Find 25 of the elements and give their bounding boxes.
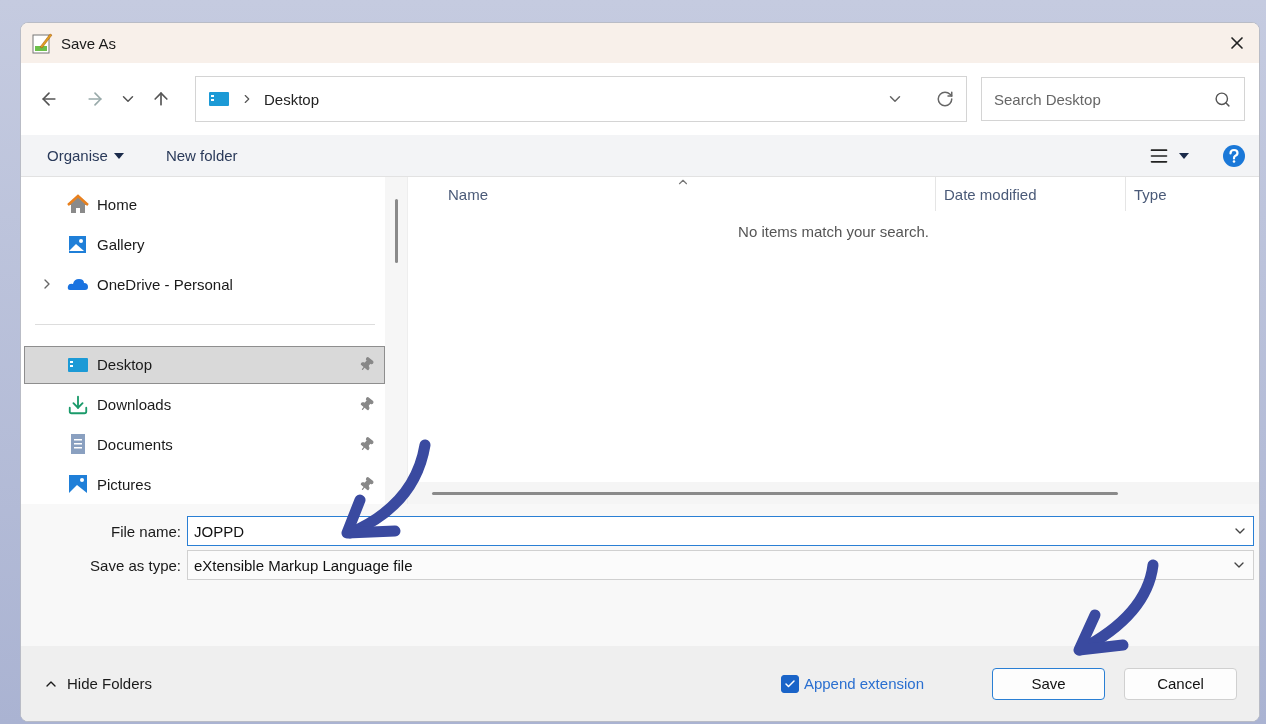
column-header[interactable]: Date modified — [936, 177, 1126, 211]
field-label: Save as type: — [89, 556, 181, 574]
organise-menu-button[interactable]: Organise — [45, 145, 126, 166]
save-button[interactable]: Save — [992, 667, 1105, 700]
hide-folders-button[interactable]: Hide Folders — [37, 674, 159, 693]
sidebar-item[interactable]: Home — [24, 186, 385, 224]
cancel-button[interactable]: Cancel — [1124, 667, 1237, 700]
address-bar[interactable]: Desktop — [195, 76, 967, 122]
empty-message: No items match your search. — [737, 223, 930, 242]
sidebar-item[interactable]: OneDrive - Personal — [24, 265, 385, 304]
file-type-dropdown[interactable]: eXtensible Markup Language file — [187, 550, 1254, 580]
file-name-field[interactable]: JOPPD — [187, 516, 1254, 546]
column-header[interactable]: Name — [408, 177, 936, 211]
sidebar-item[interactable]: Documents — [24, 425, 385, 464]
sidebar-item[interactable]: Downloads — [24, 385, 385, 424]
path-text: Desktop — [264, 90, 321, 108]
checkbox-label: Append extension — [803, 675, 924, 692]
sidebar-item[interactable]: Pictures — [24, 465, 385, 503]
window-title: Save As — [61, 34, 118, 52]
sidebar-item[interactable]: Desktop — [24, 346, 385, 384]
search-field[interactable]: Search Desktop — [981, 77, 1245, 121]
sidebar-item[interactable]: Gallery — [24, 225, 385, 264]
new-folder-button[interactable]: New folder — [163, 145, 240, 166]
column-header[interactable]: Type — [1126, 177, 1259, 211]
field-label: File name: — [109, 522, 181, 540]
